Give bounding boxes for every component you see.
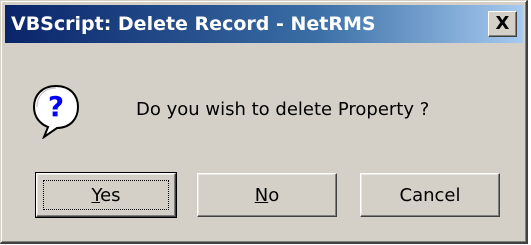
title-bar[interactable]: VBScript: Delete Record - NetRMS X [5, 5, 523, 43]
message-text: Do you wish to delete Property ? [136, 99, 430, 120]
window-title: VBScript: Delete Record - NetRMS [11, 13, 376, 35]
no-button-label: No [254, 184, 280, 206]
cancel-button[interactable]: Cancel [360, 173, 500, 217]
close-icon: X [495, 13, 510, 34]
no-button[interactable]: No [197, 173, 337, 217]
focus-rectangle [43, 180, 169, 210]
question-icon: ? [32, 84, 80, 139]
svg-text:?: ? [48, 90, 64, 123]
close-button[interactable]: X [488, 11, 517, 37]
message-box-dialog: VBScript: Delete Record - NetRMS X ? Do … [0, 0, 528, 244]
yes-button[interactable]: Yes [35, 172, 177, 218]
cancel-button-label: Cancel [399, 184, 461, 206]
